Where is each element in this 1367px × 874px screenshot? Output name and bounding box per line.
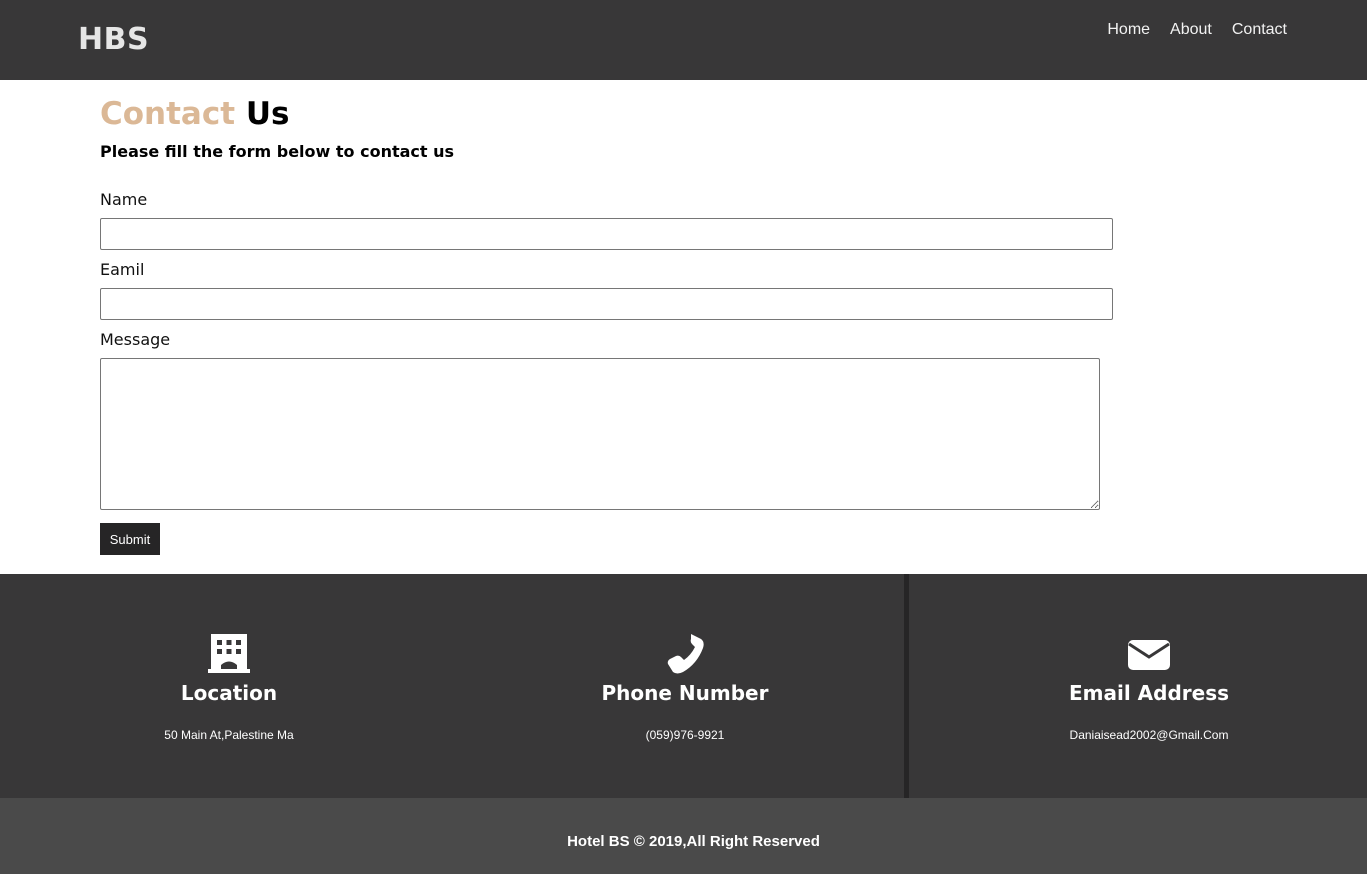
message-textarea[interactable] xyxy=(100,358,1100,510)
copyright-text: Hotel BS © 2019,All Right Reserved xyxy=(567,833,820,850)
nav-contact-link[interactable]: Contact xyxy=(1232,21,1287,39)
info-divider xyxy=(904,574,909,798)
name-label: Name xyxy=(100,190,148,209)
message-label: Message xyxy=(100,330,171,349)
phone-block: Phone Number (059)976-9921 xyxy=(560,574,810,798)
name-input[interactable] xyxy=(100,218,1113,250)
page-subtitle: Please fill the form below to contact us xyxy=(100,142,455,161)
phone-icon xyxy=(667,634,704,674)
contact-section: Contact Us Please fill the form below to… xyxy=(100,95,1113,555)
brand-logo[interactable]: HBS xyxy=(78,22,149,57)
submit-button[interactable]: Submit xyxy=(100,523,160,555)
email-input[interactable] xyxy=(100,288,1113,320)
email-value: Daniaisead2002@Gmail.Com xyxy=(1069,728,1229,742)
email-label: Eamil xyxy=(100,260,145,279)
email-title: Email Address xyxy=(1068,681,1230,705)
site-header: HBS Home About Contact xyxy=(0,0,1367,80)
nav-home-link[interactable]: Home xyxy=(1107,21,1150,39)
page-title-rest: Us xyxy=(245,96,290,132)
page-title-accent: Contact xyxy=(100,96,236,132)
page-title: Contact Us xyxy=(100,95,1113,133)
location-value: 50 Main At,Palestine Ma xyxy=(164,728,294,742)
footer: Hotel BS © 2019,All Right Reserved xyxy=(0,798,1367,874)
envelope-icon xyxy=(1128,640,1170,670)
building-icon xyxy=(208,634,250,673)
location-title: Location xyxy=(180,681,278,705)
phone-value: (059)976-9921 xyxy=(645,728,725,742)
nav-about-link[interactable]: About xyxy=(1170,21,1212,39)
phone-title: Phone Number xyxy=(601,681,769,705)
main-nav: Home About Contact xyxy=(1107,21,1287,39)
location-block: Location 50 Main At,Palestine Ma xyxy=(104,574,354,798)
contact-info-band: Location 50 Main At,Palestine Ma Phone N… xyxy=(0,574,1367,798)
email-block: Email Address Daniaisead2002@Gmail.Com xyxy=(1024,574,1274,798)
